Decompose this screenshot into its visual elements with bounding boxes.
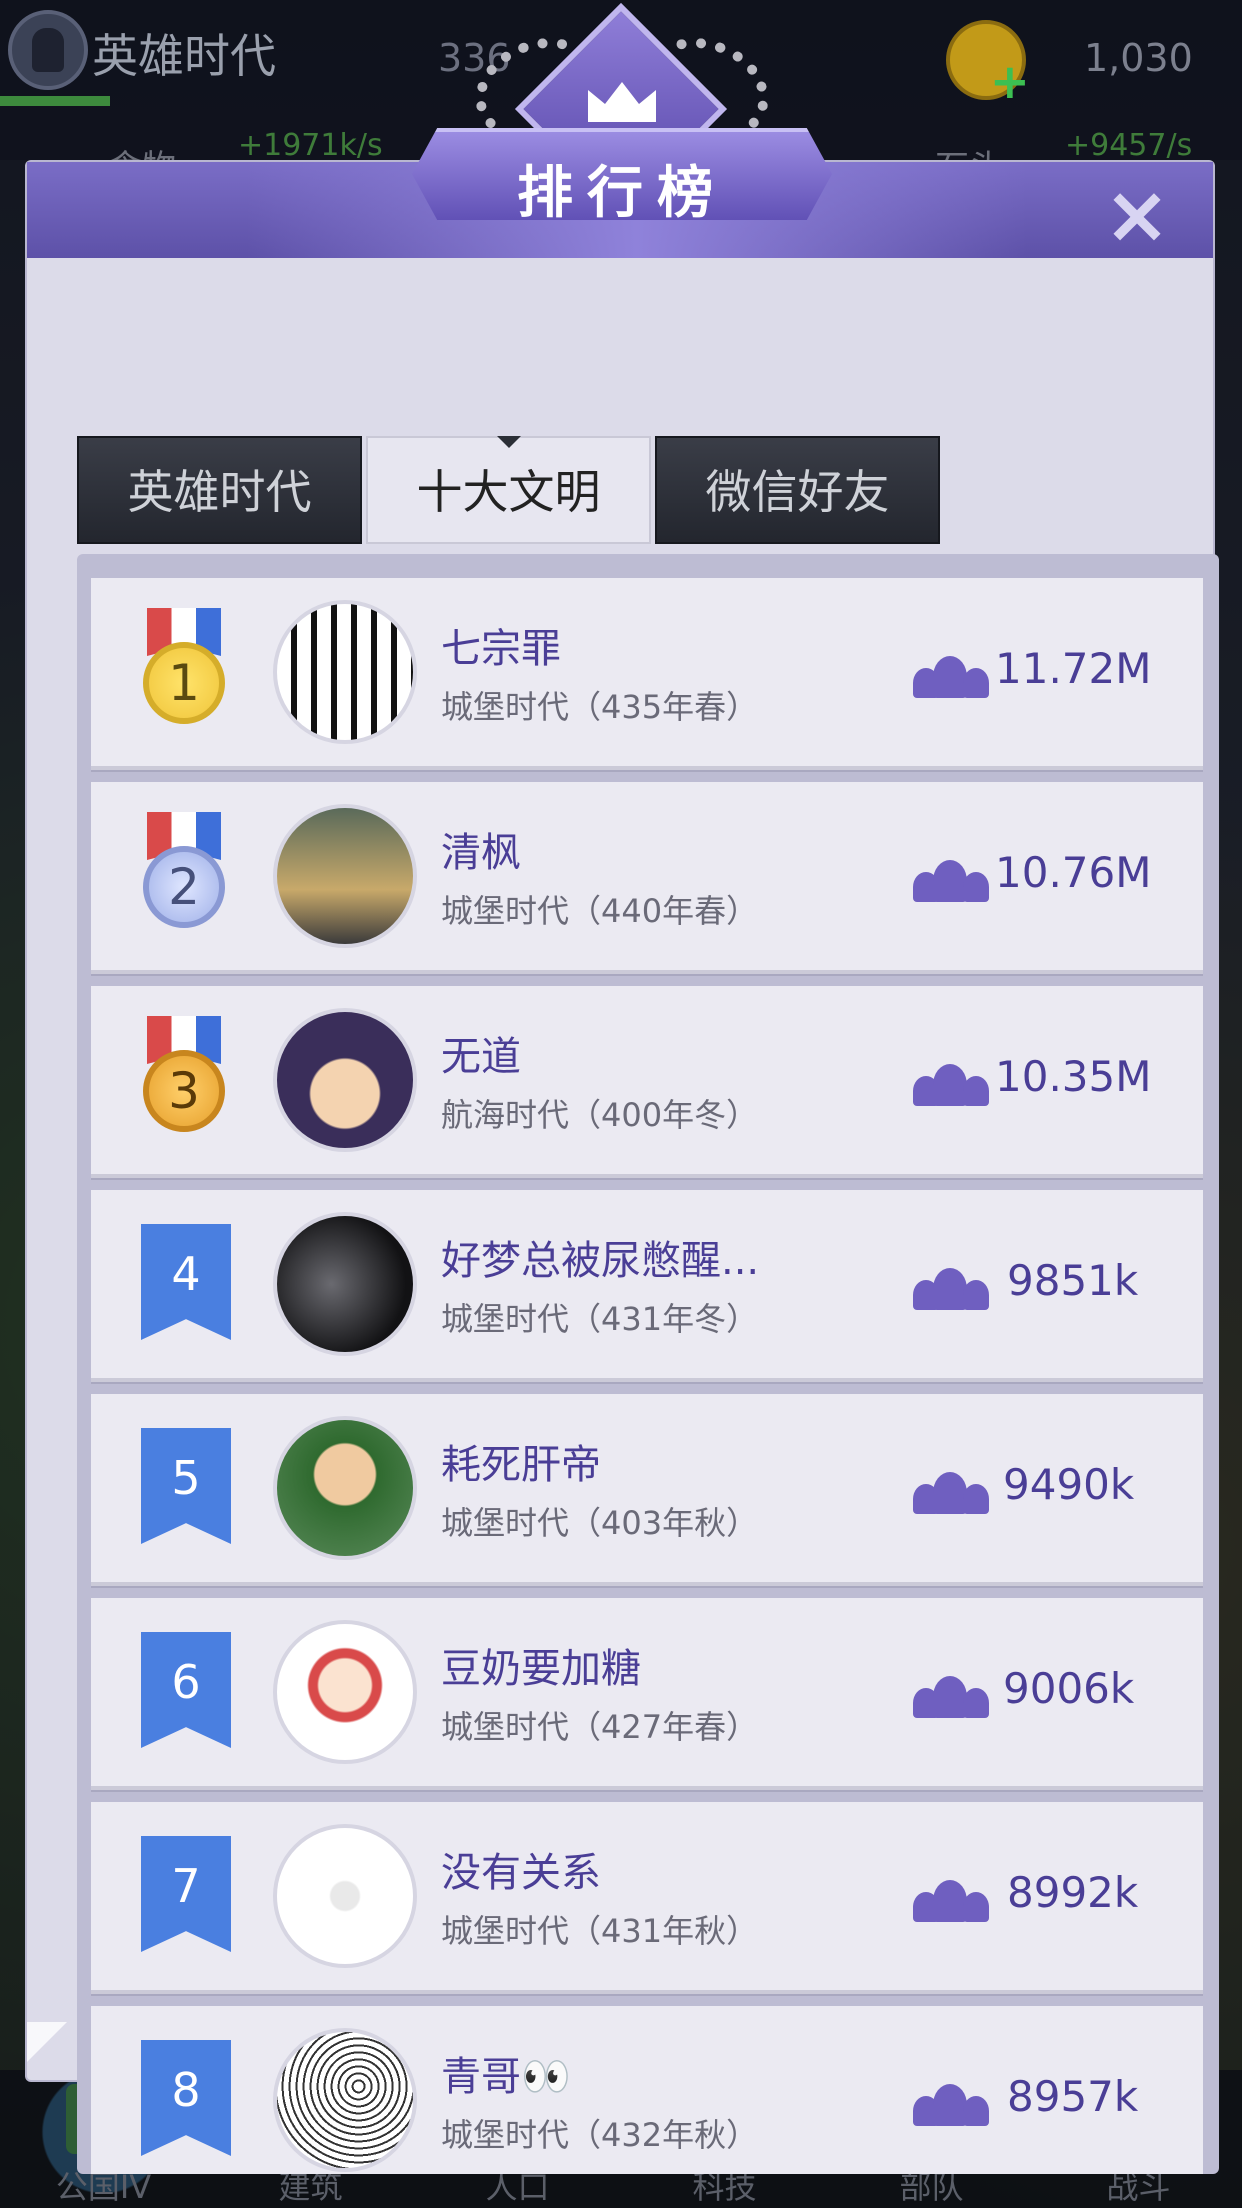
panel-title: 排行榜 <box>517 161 727 226</box>
hud-era-label: 英雄时代 <box>92 29 276 83</box>
player-era: 城堡时代（431年冬） <box>441 1300 759 1338</box>
rank-badge: 5 <box>141 1428 231 1544</box>
ranking-row[interactable]: 6 豆奶要加糖 城堡时代（427年春） 9006k <box>91 1598 1203 1790</box>
era-progress-bar <box>0 96 110 106</box>
gold-amount: 1,030 <box>1084 36 1193 80</box>
population-icon <box>913 1472 991 1514</box>
leaderboard-tabs: 英雄时代 十大文明 微信好友 <box>77 436 940 544</box>
avatar[interactable] <box>273 1212 417 1356</box>
population-value: 9490k <box>1003 1460 1135 1509</box>
ranking-row[interactable]: 8 青哥👀 城堡时代（432年秋） 8957k <box>91 2006 1203 2174</box>
ranking-row[interactable]: 4 好梦总被尿憋醒... 城堡时代（431年冬） 9851k <box>91 1190 1203 1382</box>
player-era: 航海时代（400年冬） <box>441 1096 759 1134</box>
population-value: 8992k <box>1007 1868 1139 1917</box>
leaderboard-title-badge: 排行榜 <box>412 2 832 260</box>
avatar[interactable] <box>273 1416 417 1560</box>
player-name: 好梦总被尿憋醒... <box>441 1238 760 1284</box>
population-icon <box>913 2084 991 2126</box>
player-era: 城堡时代（403年秋） <box>441 1504 759 1542</box>
population-icon <box>913 1064 991 1106</box>
stone-rate: +9457/s <box>1065 128 1193 163</box>
player-name: 耗死肝帝 <box>441 1442 601 1488</box>
tab-top-ten-civilizations[interactable]: 十大文明 <box>366 436 651 544</box>
population-icon <box>913 860 991 902</box>
avatar[interactable] <box>273 1824 417 1968</box>
tab-hero-age[interactable]: 英雄时代 <box>77 436 362 544</box>
player-name: 七宗罪 <box>441 626 561 672</box>
player-era: 城堡时代（431年秋） <box>441 1912 759 1950</box>
ranking-list[interactable]: 1 七宗罪 城堡时代（435年春） 11.72M 2 清枫 城堡时代（440年春… <box>77 554 1219 2174</box>
rank-badge: 6 <box>141 1632 231 1748</box>
player-name: 没有关系 <box>441 1850 601 1896</box>
player-era: 城堡时代（432年秋） <box>441 2116 759 2154</box>
close-icon[interactable]: × <box>1100 175 1174 255</box>
player-era: 城堡时代（427年春） <box>441 1708 759 1746</box>
gold-coin-icon[interactable] <box>946 20 1030 110</box>
avatar[interactable] <box>273 2028 417 2172</box>
avatar[interactable] <box>273 1620 417 1764</box>
population-value: 11.72M <box>995 644 1152 693</box>
population-value: 10.35M <box>995 1052 1152 1101</box>
rank-badge: 7 <box>141 1836 231 1952</box>
tab-wechat-friends[interactable]: 微信好友 <box>655 436 940 544</box>
player-name: 清枫 <box>441 830 521 876</box>
player-era: 城堡时代（440年春） <box>441 892 759 930</box>
gold-medal-icon: 1 <box>143 608 225 728</box>
avatar[interactable] <box>273 804 417 948</box>
population-icon <box>913 1268 991 1310</box>
bronze-medal-icon: 3 <box>143 1016 225 1136</box>
ranking-row[interactable]: 5 耗死肝帝 城堡时代（403年秋） 9490k <box>91 1394 1203 1586</box>
population-value: 9006k <box>1003 1664 1135 1713</box>
population-value: 10.76M <box>995 848 1152 897</box>
food-rate: +1971k/s <box>238 128 383 163</box>
ranking-row[interactable]: 3 无道 航海时代（400年冬） 10.35M <box>91 986 1203 1178</box>
player-name: 无道 <box>441 1034 521 1080</box>
ranking-row[interactable]: 2 清枫 城堡时代（440年春） 10.76M <box>91 782 1203 974</box>
avatar[interactable] <box>273 600 417 744</box>
helmet-icon[interactable] <box>8 10 88 90</box>
leaderboard-panel: 英雄时代 十大文明 微信好友 1 七宗罪 城堡时代（435年春） 11.72M … <box>27 162 1219 2174</box>
player-name: 豆奶要加糖 <box>441 1646 641 1692</box>
rank-badge: 4 <box>141 1224 231 1340</box>
population-value: 8957k <box>1007 2072 1139 2121</box>
avatar[interactable] <box>273 1008 417 1152</box>
corner-marker <box>27 2022 67 2062</box>
player-name: 青哥👀 <box>441 2054 571 2100</box>
population-value: 9851k <box>1007 1256 1139 1305</box>
silver-medal-icon: 2 <box>143 812 225 932</box>
ranking-row[interactable]: 7 没有关系 城堡时代（431年秋） 8992k <box>91 1802 1203 1994</box>
population-icon <box>913 1676 991 1718</box>
ranking-row[interactable]: 1 七宗罪 城堡时代（435年春） 11.72M <box>91 578 1203 770</box>
population-icon <box>913 1880 991 1922</box>
rank-badge: 8 <box>141 2040 231 2156</box>
population-icon <box>913 656 991 698</box>
player-era: 城堡时代（435年春） <box>441 688 759 726</box>
